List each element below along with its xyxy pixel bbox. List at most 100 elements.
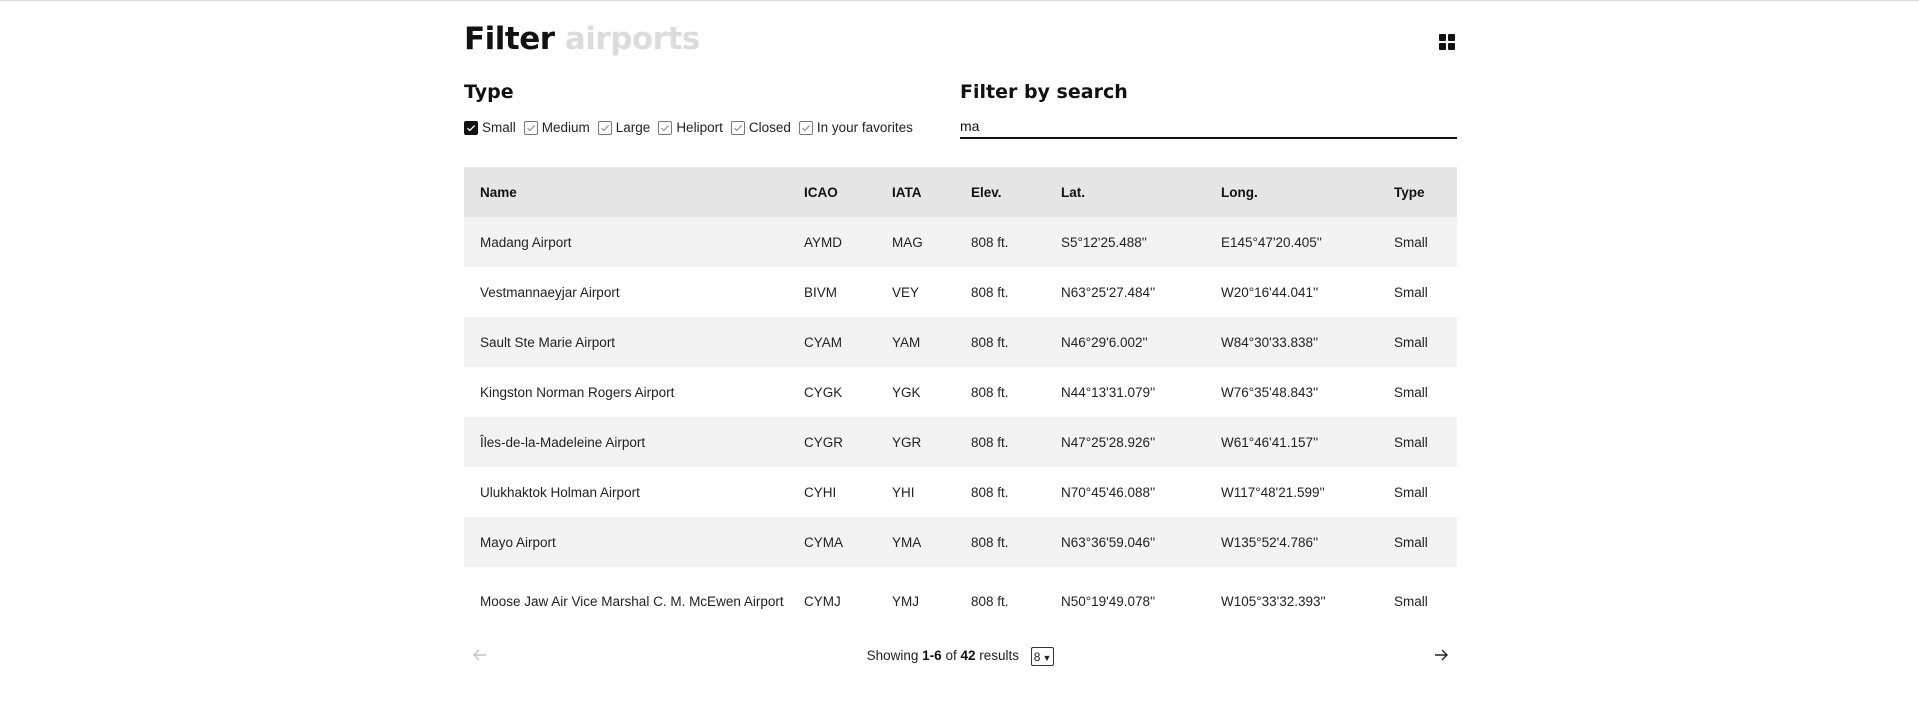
cell-name: Madang Airport [480, 234, 572, 250]
column-header-elevation[interactable]: Elev. [971, 167, 1061, 217]
checkbox-icon[interactable] [523, 120, 538, 135]
checkbox-icon[interactable] [658, 120, 673, 135]
cell-latitude: S5°12'25.488'' [1061, 234, 1147, 250]
type-title: Type [464, 81, 514, 103]
cell-icao: CYHI [804, 484, 837, 500]
cell-iata: VEY [892, 284, 920, 300]
cell-latitude: N46°29'6.002'' [1061, 334, 1148, 350]
column-header-longitude[interactable]: Long. [1221, 167, 1394, 217]
cell-icao: CYGK [804, 384, 843, 400]
type-checkbox-heliport[interactable]: Heliport [658, 120, 723, 135]
grid-icon [1439, 43, 1446, 50]
cell-name: Ulukhaktok Holman Airport [480, 484, 640, 500]
cell-type: Small [1394, 284, 1428, 300]
cell-iata: YAM [892, 334, 921, 350]
table-row[interactable]: Madang Airport AYMD MAG 808 ft. S5°12'25.488… [464, 217, 1457, 267]
page-container: Filter airports Type Small Medium Large Hel… [464, 1, 1457, 635]
cell-longitude: E145°47'20.405'' [1221, 234, 1322, 250]
type-checkbox-large[interactable]: Large [597, 120, 650, 135]
cell-elevation: 808 ft. [971, 284, 1009, 300]
title-muted: airports [564, 21, 700, 57]
cell-elevation: 808 ft. [971, 534, 1009, 550]
cell-longitude: W135°52'4.786'' [1221, 534, 1319, 550]
cell-elevation: 808 ft. [971, 234, 1009, 250]
grid-icon [1439, 34, 1446, 41]
search-title: Filter by search [960, 81, 1128, 103]
cell-name: Kingston Norman Rogers Airport [480, 384, 675, 400]
column-header-latitude[interactable]: Lat. [1061, 167, 1221, 217]
results-summary: Showing 1-6 of 42 results 8 ▼ [464, 647, 1457, 666]
results-total: 42 [960, 648, 976, 664]
cell-iata: YGR [892, 434, 922, 450]
cell-type: Small [1394, 384, 1428, 400]
type-checkbox-small[interactable]: Small [464, 120, 516, 135]
column-header-iata[interactable]: IATA [892, 167, 971, 217]
cell-icao: CYMA [804, 534, 844, 550]
cell-type: Small [1394, 484, 1428, 500]
checkbox-label: Medium [541, 120, 590, 135]
showing-label: Showing [866, 648, 919, 664]
cell-longitude: W61°46'41.157'' [1221, 434, 1319, 450]
pagination: Showing 1-6 of 42 results 8 ▼ [464, 642, 1457, 668]
arrow-right-icon [1435, 649, 1448, 661]
checkbox-label: Small [482, 120, 516, 135]
table-row[interactable]: Mayo Airport CYMA YMA 808 ft. N63°36'59.046'… [464, 517, 1457, 567]
checkbox-checked-icon[interactable] [464, 120, 478, 135]
grid-icon [1448, 34, 1455, 41]
checkbox-icon[interactable] [798, 120, 813, 135]
per-page-value: 8 [1033, 650, 1041, 664]
results-range: 1-6 [922, 648, 942, 664]
next-page-button[interactable] [1430, 644, 1452, 666]
cell-elevation: 808 ft. [971, 384, 1009, 400]
table-row[interactable]: Sault Ste Marie Airport CYAM YAM 808 ft. N46… [464, 317, 1457, 367]
cell-type: Small [1394, 434, 1428, 450]
cell-name: Mayo Airport [480, 534, 556, 550]
checkbox-icon[interactable] [730, 120, 745, 135]
per-page-select[interactable]: 8 ▼ [1030, 647, 1055, 666]
chevron-down-icon: ▼ [1042, 653, 1052, 663]
cell-icao: CYMJ [804, 593, 841, 609]
cell-iata: YMA [892, 534, 922, 550]
cell-longitude: W76°35'48.843'' [1221, 384, 1319, 400]
filters: Type Small Medium Large Heliport Closed In yo… [464, 73, 1457, 168]
cell-icao: BIVM [804, 284, 838, 300]
grid-view-button[interactable] [1439, 34, 1457, 52]
cell-icao: CYGR [804, 434, 844, 450]
table-row[interactable]: Vestmannaeyjar Airport BIVM VEY 808 ft. N63°… [464, 267, 1457, 317]
table-row[interactable]: Ulukhaktok Holman Airport CYHI YHI 808 ft. N… [464, 467, 1457, 517]
cell-longitude: W105°33'32.393'' [1221, 593, 1326, 609]
type-checkbox-medium[interactable]: Medium [523, 120, 590, 135]
cell-type: Small [1394, 534, 1428, 550]
cell-iata: YGK [892, 384, 921, 400]
type-checkbox-closed[interactable]: Closed [730, 120, 791, 135]
cell-type: Small [1394, 234, 1428, 250]
table-row[interactable]: Îles-de-la-Madeleine Airport CYGR YGR 808 f… [464, 417, 1457, 467]
column-header-type[interactable]: Type [1394, 167, 1457, 217]
cell-iata: YHI [892, 484, 915, 500]
cell-elevation: 808 ft. [971, 334, 1009, 350]
cell-elevation: 808 ft. [971, 484, 1009, 500]
cell-longitude: W20°16'44.041'' [1221, 284, 1319, 300]
results-label: results [979, 648, 1020, 664]
page-title: Filter airports [464, 21, 700, 57]
title-main: Filter [464, 21, 555, 57]
checkbox-icon[interactable] [597, 120, 612, 135]
cell-elevation: 808 ft. [971, 593, 1009, 609]
checkbox-label: Closed [748, 120, 791, 135]
cell-latitude: N63°25'27.484'' [1061, 284, 1156, 300]
type-checkbox-in-your-favorites[interactable]: In your favorites [798, 120, 913, 135]
header: Filter airports [464, 1, 1457, 73]
column-header-icao[interactable]: ICAO [804, 167, 892, 217]
search-input[interactable] [960, 114, 1457, 139]
cell-name: Moose Jaw Air Vice Marshal C. M. McEwen … [480, 593, 784, 609]
grid-icon [1448, 43, 1455, 50]
search-filter: Filter by search [960, 81, 1457, 139]
of-label: of [945, 648, 957, 664]
table-row[interactable]: Kingston Norman Rogers Airport CYGK YGK 808… [464, 367, 1457, 417]
cell-iata: YMJ [892, 593, 919, 609]
column-header-name[interactable]: Name [464, 167, 804, 217]
table-row[interactable]: Moose Jaw Air Vice Marshal C. M. McEwen … [464, 567, 1457, 635]
cell-latitude: N70°45'46.088'' [1061, 484, 1156, 500]
cell-name: Sault Ste Marie Airport [480, 334, 616, 350]
type-filter: Type Small Medium Large Heliport Closed In yo… [464, 81, 921, 135]
